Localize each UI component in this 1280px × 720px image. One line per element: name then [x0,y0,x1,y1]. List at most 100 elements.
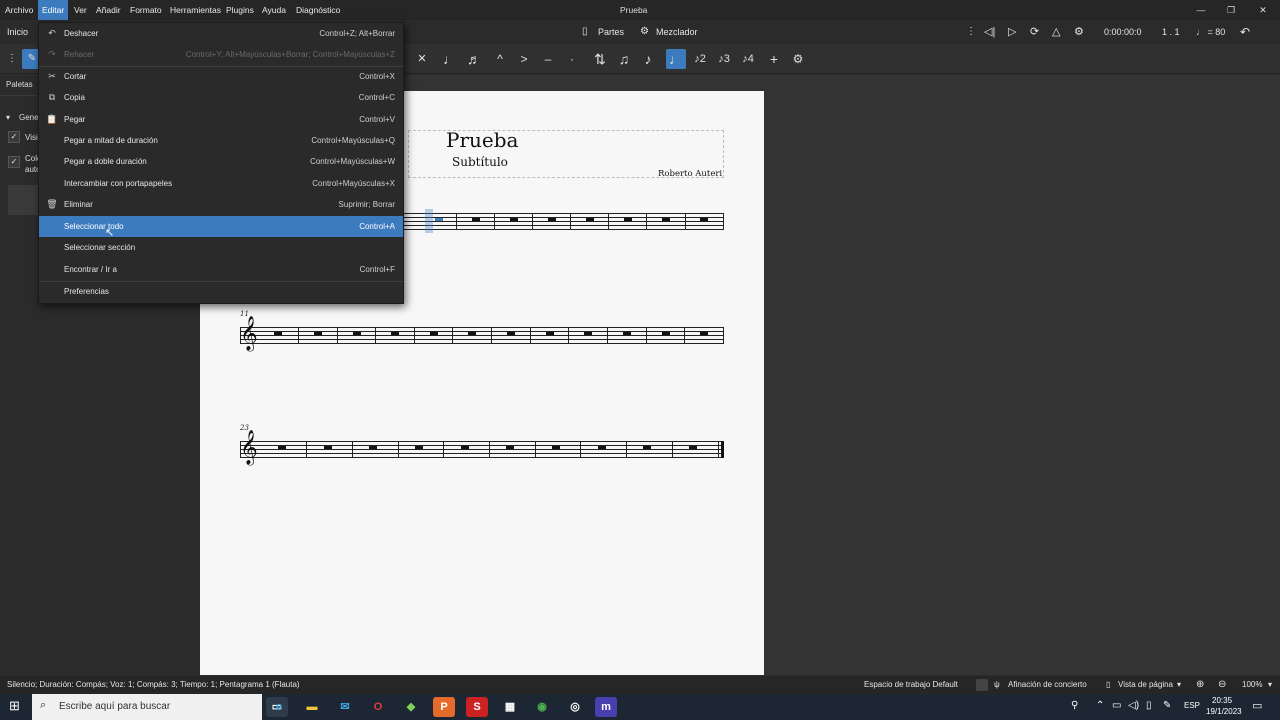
add-icon[interactable]: + [764,44,784,74]
menu-diagnostico[interactable]: Diagnóstico [292,0,344,20]
tuplet-icon[interactable]: ♬ [464,44,484,74]
chevron-down-icon[interactable]: ▾ [1177,676,1181,694]
close-icon[interactable]: ✕ [1248,0,1278,20]
tenuto-icon[interactable]: – [538,44,558,74]
menu-item-preferences[interactable]: Preferencias [39,281,403,302]
staccato-icon[interactable]: · [562,44,582,74]
people-icon[interactable]: ⚲ [1071,700,1078,711]
opera-icon[interactable]: O [367,697,389,717]
menu-item-select-section[interactable]: Seleccionar sección [39,237,403,258]
workspace-selector[interactable]: Espacio de trabajo Default [864,676,958,694]
treble-clef-icon[interactable]: 𝄞 [240,319,258,349]
selection-highlight[interactable] [425,209,433,233]
file-explorer-icon[interactable]: ▬ [301,697,323,717]
menu-ayuda[interactable]: Ayuda [258,0,290,20]
score-composer[interactable]: Roberto Auteri [658,169,722,179]
view-mode-select[interactable]: Vista de página [1118,676,1173,694]
menu-item-cut[interactable]: ✂ Cortar Control+X [39,66,403,87]
menu-item-swap-clipboard[interactable]: Intercambiar con portapapeles Control+Ma… [39,173,403,194]
zoom-level[interactable]: 100% [1242,676,1262,694]
restore-icon[interactable]: ❐ [1216,0,1246,20]
chevron-down-icon[interactable]: ▾ [6,113,10,122]
staff-system-2[interactable]: 𝄞 [240,319,724,349]
metronome-icon[interactable]: △ [1052,20,1060,44]
zoom-in-icon[interactable]: ⊕ [1196,676,1204,694]
menu-archivo[interactable]: Archivo [1,0,37,20]
zoom-out-icon[interactable]: ⊖ [1218,676,1226,694]
voice-4-icon[interactable]: ♪4 [738,44,758,74]
recorder-app-icon[interactable]: ◎ [564,697,586,717]
menu-ver[interactable]: Ver [70,0,91,20]
battery-icon[interactable]: ▯ [1146,700,1152,711]
clock-time[interactable]: 20:35 [1212,696,1232,705]
menu-item-undo[interactable]: ↶ Deshacer Control+Z; Alt+Borrar [39,23,403,44]
staff-system-3[interactable]: 𝄞 [240,433,724,463]
menu-item-paste[interactable]: 📋 Pegar Control+V [39,109,403,130]
musescore-app-icon[interactable]: m [595,697,617,717]
accent-icon[interactable]: > [514,44,534,74]
flip-direction-icon[interactable]: ⇅ [590,44,610,74]
score-title[interactable]: Prueba [446,128,518,152]
shield-app-icon[interactable]: ◆ [400,697,422,717]
treble-clef-icon[interactable]: 𝄞 [240,433,258,463]
network-icon[interactable]: ▭ [1112,700,1121,711]
menu-anadir[interactable]: Añadir [92,0,125,20]
rewind-icon[interactable]: ◁| [984,20,995,44]
voice-3-icon[interactable]: ♪3 [714,44,734,74]
loop-icon[interactable]: ⟳ [1030,20,1039,44]
toggle-double-flat-icon[interactable]: ✕ [412,44,432,74]
menu-item-find[interactable]: Encontrar / Ir a Control+F [39,259,403,280]
menu-herramientas[interactable]: Herramientas [166,0,225,20]
play-icon[interactable]: ▷ [1008,20,1016,44]
parts-icon[interactable]: ▯ [582,20,588,44]
tie-icon[interactable]: ♪ [638,44,658,74]
voice-1-icon[interactable]: ♩ [666,49,686,69]
palette-group-label[interactable]: Gene [19,113,39,122]
edge-browser-icon[interactable]: e [268,697,290,717]
staff-system-1[interactable] [400,209,724,233]
minimize-icon[interactable]: — [1186,0,1216,20]
score-subtitle[interactable]: Subtítulo [452,155,508,169]
tray-chevron-icon[interactable]: ⌃ [1096,700,1104,711]
concert-pitch-label[interactable]: Afinación de concierto [1008,676,1087,694]
chrome-icon[interactable]: ◉ [531,697,553,717]
visible-checkbox[interactable]: ✓ [8,131,20,143]
menu-item-paste-half[interactable]: Pegar a mitad de duración Control+Mayúsc… [39,130,403,151]
beam-icon[interactable]: ♫ [614,44,634,74]
menu-editar[interactable]: Editar [38,0,69,20]
mixer-icon[interactable]: ⚙ [640,20,649,44]
voice-2-icon[interactable]: ♪2 [690,44,710,74]
toolbar-settings-icon[interactable]: ⚙ [788,44,808,74]
marcato-icon[interactable]: ^ [490,44,510,74]
store-icon[interactable]: ▦ [499,697,521,717]
color-auto-checkbox[interactable]: ✓ [8,156,20,168]
menu-formato[interactable]: Formato [126,0,166,20]
selected-rest[interactable] [435,218,443,221]
menu-item-copy[interactable]: ⧉ Copia Control+C [39,87,403,108]
input-language[interactable]: ESP [1184,701,1200,710]
chevron-down-icon[interactable]: ▾ [1268,676,1272,694]
menu-item-select-all[interactable]: Seleccionar todo Control+A [39,216,403,237]
mixer-button[interactable]: Mezclador [656,20,698,44]
add-tie-icon[interactable]: ♩ [440,44,460,74]
menu-item-paste-double[interactable]: Pegar a doble duración Control+Mayúscula… [39,151,403,172]
red-app-icon[interactable]: S [466,697,488,717]
menu-item-redo[interactable]: ↷ Rehacer Control+Y; Alt+Mayúsculas+Borr… [39,44,403,65]
palettes-title[interactable]: Paletas [6,80,33,89]
office-app-icon[interactable]: P [433,697,455,717]
volume-icon[interactable]: ◁) [1128,700,1139,711]
windows-start-icon[interactable]: ⊞ [9,698,20,714]
menu-item-delete[interactable]: 🗑 Eliminar Suprimir; Borrar [39,194,403,215]
taskbar-search-box[interactable]: ⌕ Escribe aquí para buscar [32,694,262,720]
pen-tray-icon[interactable]: ✎ [1163,700,1171,711]
drag-handle-icon[interactable]: ⋮ [966,20,976,44]
mail-icon[interactable]: ✉ [334,697,356,717]
undo-icon[interactable]: ↶ [1240,20,1250,44]
menu-plugins[interactable]: Plugins [222,0,258,20]
notifications-icon[interactable]: ▭ [1252,699,1262,712]
parts-button[interactable]: Partes [598,20,624,44]
tab-inicio[interactable]: Inicio [7,20,28,44]
drag-handle-icon[interactable]: ⋮ [2,44,22,74]
concert-pitch-toggle[interactable] [976,679,988,691]
clock-date[interactable]: 19/1/2023 [1206,707,1242,716]
